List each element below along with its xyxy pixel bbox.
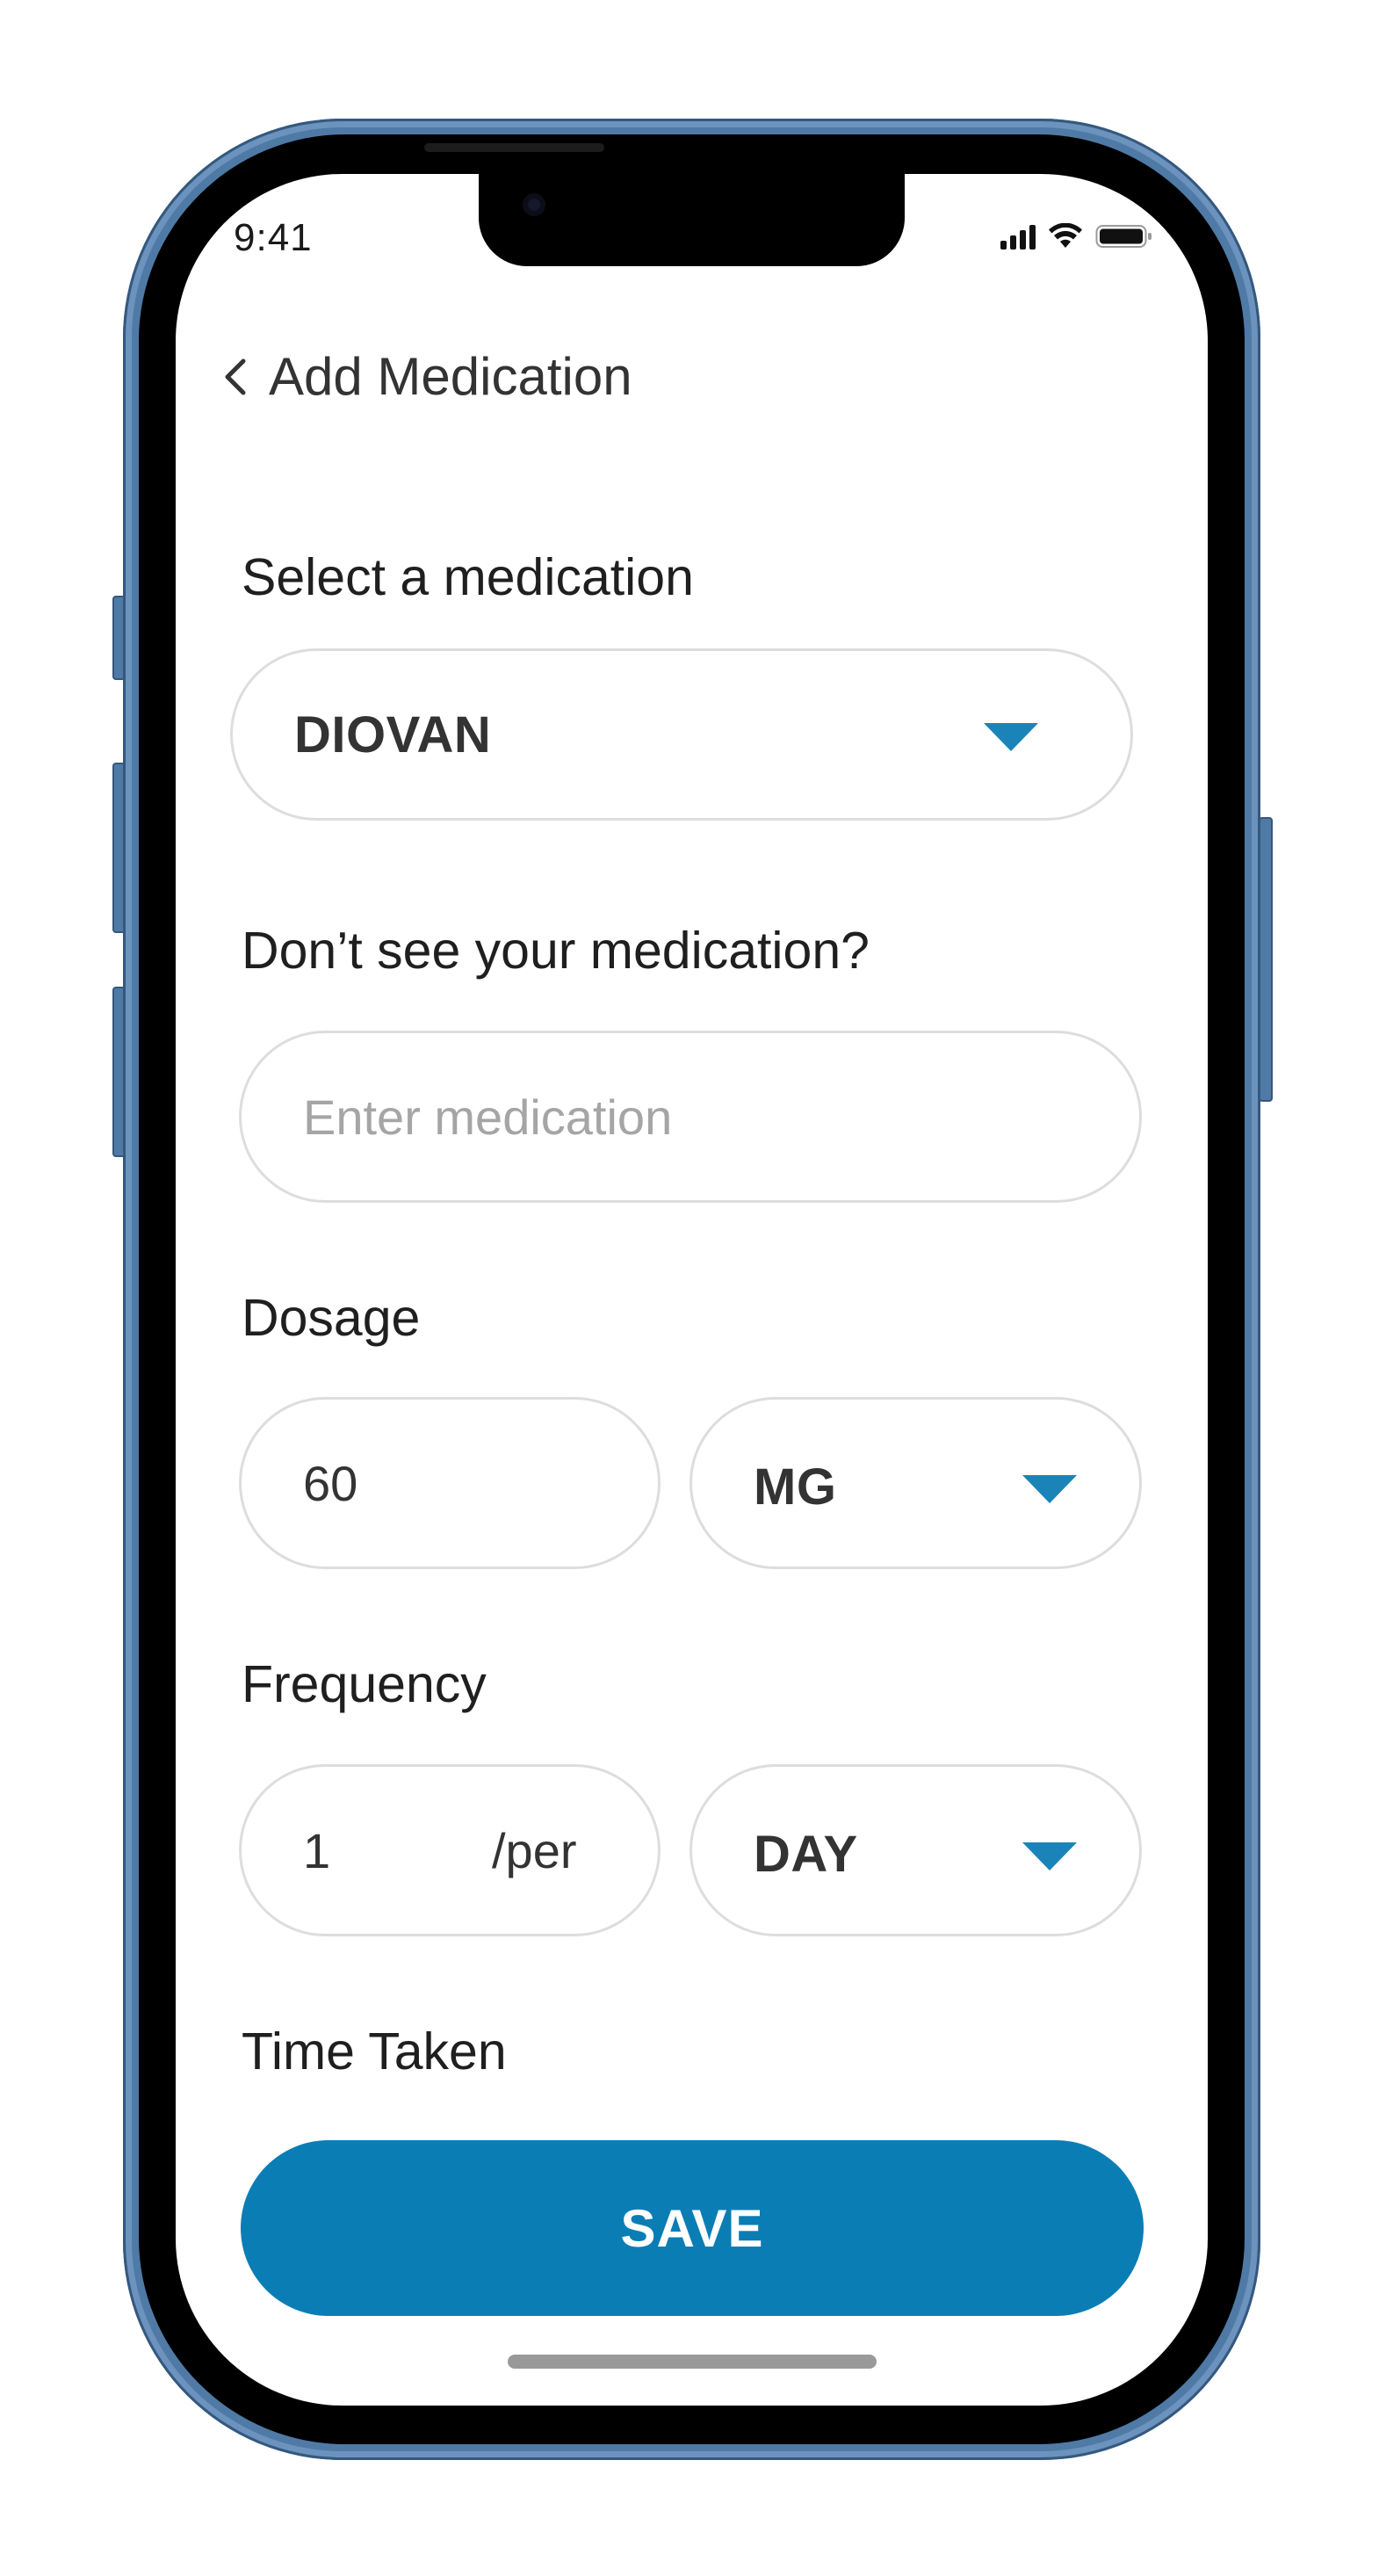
phone-screen: 9:41 Add Medication Select a medication … (176, 174, 1208, 2406)
custom-medication-label: Don’t see your medication? (242, 922, 870, 980)
time-taken-label: Time Taken (242, 2022, 507, 2080)
medication-select-value: DIOVAN (294, 706, 492, 763)
front-camera (523, 193, 545, 216)
custom-medication-field[interactable]: Enter medication (239, 1031, 1142, 1203)
caret-down-icon (984, 723, 1038, 751)
nav-header: Add Medication (220, 346, 632, 407)
chevron-left-icon[interactable] (220, 354, 249, 400)
custom-medication-input[interactable]: Enter medication (303, 1089, 672, 1146)
save-button[interactable]: SAVE (241, 2140, 1144, 2316)
dosage-unit-select[interactable]: MG (690, 1397, 1142, 1569)
caret-down-icon (1022, 1842, 1077, 1870)
speaker-grille (424, 143, 604, 152)
home-indicator[interactable] (508, 2355, 877, 2369)
dosage-amount-input[interactable]: 60 (303, 1455, 357, 1512)
dosage-amount-field[interactable]: 60 (239, 1397, 661, 1569)
dosage-unit-value: MG (754, 1458, 837, 1516)
medication-select-label: Select a medication (242, 548, 694, 606)
frequency-count-input[interactable]: 1 (303, 1822, 330, 1879)
frequency-period-value: DAY (754, 1825, 858, 1883)
frequency-label: Frequency (242, 1655, 487, 1713)
cellular-signal-icon (1000, 225, 1036, 250)
page-title: Add Medication (269, 347, 632, 406)
frequency-count-field[interactable]: 1 /per (239, 1764, 661, 1936)
battery-icon (1095, 223, 1153, 250)
dosage-label: Dosage (242, 1289, 421, 1347)
status-time: 9:41 (234, 216, 313, 259)
canvas: 9:41 Add Medication Select a medication … (0, 0, 1379, 2576)
notch (479, 174, 905, 266)
power-button (1259, 817, 1273, 1102)
caret-down-icon (1022, 1475, 1077, 1503)
wifi-icon (1048, 223, 1083, 250)
frequency-period-select[interactable]: DAY (690, 1764, 1142, 1936)
medication-select[interactable]: DIOVAN (230, 648, 1133, 821)
status-icons (1000, 223, 1153, 250)
frequency-per-suffix: /per (492, 1822, 577, 1878)
